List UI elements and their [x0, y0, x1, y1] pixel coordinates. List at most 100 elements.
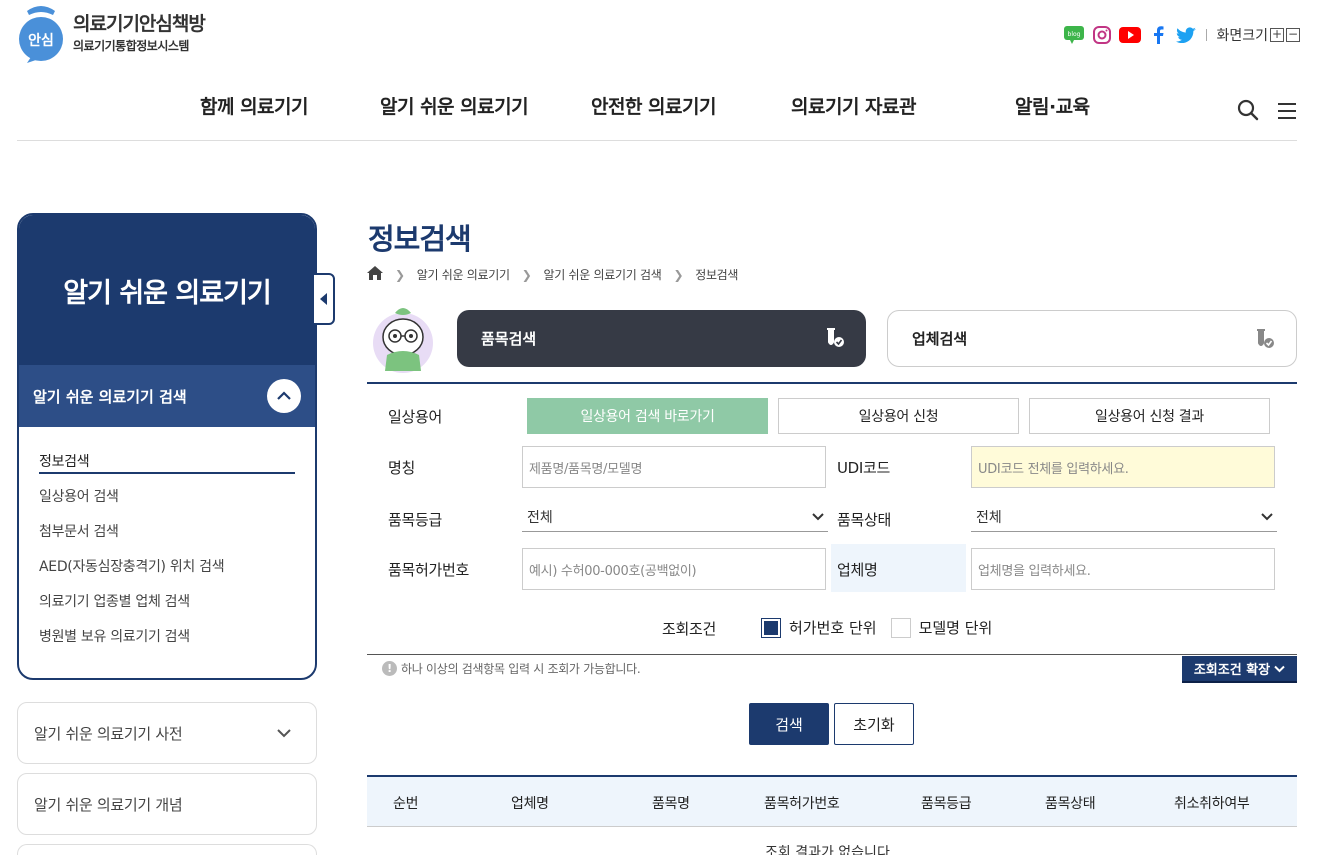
tab-label: 업체검색 [912, 330, 968, 348]
instagram-icon[interactable] [1091, 24, 1113, 46]
chevron-down-icon [277, 729, 291, 738]
sidebar-item-hospital[interactable]: 병원별 보유 의료기기 검색 [39, 626, 295, 661]
daily-term-request-button[interactable]: 일상용어 신청 [778, 398, 1019, 434]
sidebar-item-daily-term[interactable]: 일상용어 검색 [39, 486, 295, 521]
status-select[interactable]: 전체 [971, 502, 1277, 532]
results-table-header: 순번 업체명 품목명 품목허가번호 품목등급 품목상태 취소취하여부 [367, 775, 1297, 827]
sidebar-section-label: 알기 쉬운 의료기기 검색 [33, 387, 187, 406]
tab-company-search[interactable]: 업체검색 [887, 310, 1297, 367]
chevron-down-icon [1274, 665, 1285, 672]
chevron-up-icon[interactable] [267, 379, 301, 413]
form-top-border [367, 382, 1297, 384]
notice-text: 하나 이상의 검색항목 입력 시 조회가 가능합니다. [401, 662, 641, 676]
caret-left-icon [319, 293, 327, 305]
permit-input[interactable]: 예시) 수허00-000호(공백없이) [522, 548, 826, 590]
model-unit-checkbox[interactable] [890, 617, 911, 638]
column-header: 품목허가번호 [764, 796, 840, 812]
header-divider-line [17, 140, 1297, 141]
tab-product-search[interactable]: 품목검색 [457, 310, 866, 367]
status-select-value: 전체 [976, 509, 1002, 526]
udi-input[interactable]: UDI코드 전체를 입력하세요. [971, 446, 1275, 488]
sidebar-accordion-dictionary[interactable]: 알기 쉬운 의료기기 사전 [17, 702, 317, 764]
blog-icon[interactable]: blog [1063, 24, 1085, 46]
empty-result-message: 조회 결과가 없습니다. [765, 845, 895, 855]
info-icon: ! [382, 661, 397, 676]
grade-select[interactable]: 전체 [522, 502, 828, 532]
sidebar-accordion-more[interactable] [17, 844, 317, 855]
condition-label: 조회조건 [662, 620, 717, 638]
daily-term-result-button[interactable]: 일상용어 신청 결과 [1029, 398, 1270, 434]
youtube-icon[interactable] [1119, 24, 1142, 46]
column-header: 업체명 [511, 796, 549, 812]
site-logo[interactable]: 안심 의료기기안심책방 의료기기통합정보시스템 [17, 3, 206, 63]
daily-term-search-button[interactable]: 일상용어 검색 바로가기 [527, 398, 768, 434]
model-unit-label: 모델명 단위 [918, 619, 993, 637]
facebook-icon[interactable] [1147, 24, 1169, 46]
chevron-right-icon: ❯ [673, 267, 684, 282]
gnb-item-notice[interactable]: 알림·교육 [1015, 92, 1090, 119]
search-icon[interactable] [1237, 99, 1259, 125]
chevron-right-icon: ❯ [395, 267, 405, 282]
breadcrumb: ❯ 알기 쉬운 의료기기 ❯ 알기 쉬운 의료기기 검색 ❯ 정보검색 [367, 266, 738, 283]
tab-label: 품목검색 [481, 330, 537, 348]
udi-label: UDI코드 [837, 459, 891, 477]
font-size-control: 화면크기 + − [1216, 25, 1300, 45]
search-notice: ! 하나 이상의 검색항목 입력 시 조회가 가능합니다. [382, 660, 641, 677]
sidebar-menu: 알기 쉬운 의료기기 알기 쉬운 의료기기 검색 정보검색 일상용어 검색 첨부… [17, 213, 317, 680]
name-label: 명칭 [388, 459, 416, 477]
sidebar-toggle-button[interactable] [312, 273, 335, 325]
name-input[interactable]: 제품명/품목명/모델명 [522, 446, 826, 488]
expand-label: 조회조건 확장 [1193, 663, 1271, 678]
permit-label: 품목허가번호 [388, 561, 470, 579]
breadcrumb-item[interactable]: 알기 쉬운 의료기기 검색 [543, 266, 661, 283]
breadcrumb-item[interactable]: 알기 쉬운 의료기기 [417, 266, 510, 283]
test-tube-icon [824, 327, 846, 353]
column-header: 품목상태 [1045, 796, 1096, 812]
sidebar-item-aed[interactable]: AED(자동심장충격기) 위치 검색 [39, 556, 295, 591]
column-header: 품목등급 [921, 796, 972, 812]
sidebar-item-company-type[interactable]: 의료기기 업종별 업체 검색 [39, 591, 295, 626]
social-links: blog 화면크기 + − [1063, 24, 1300, 46]
brand-subtitle: 의료기기통합정보시스템 [73, 38, 189, 53]
sidebar-item-info-search[interactable]: 정보검색 [39, 451, 295, 474]
blog-icon-text: blog [1068, 31, 1081, 38]
status-label: 품목상태 [837, 511, 892, 529]
header-divider [1206, 29, 1208, 41]
menu-icon[interactable] [1277, 102, 1297, 124]
gnb-item-together[interactable]: 함께 의료기기 [200, 92, 309, 119]
sidebar-title: 알기 쉬운 의료기기 [19, 215, 315, 365]
font-size-label: 화면크기 [1216, 28, 1268, 44]
company-label: 업체명 [837, 561, 878, 579]
twitter-icon[interactable] [1175, 24, 1197, 46]
logo-mark-text: 안심 [28, 32, 54, 49]
expand-conditions-button[interactable]: 조회조건 확장 [1182, 656, 1297, 683]
gnb-item-library[interactable]: 의료기기 자료관 [791, 92, 916, 119]
mascot-icon [367, 303, 439, 375]
form-bottom-border [367, 654, 1297, 655]
permit-unit-label: 허가번호 단위 [789, 619, 877, 637]
brand-title: 의료기기안심책방 [73, 12, 206, 35]
company-input[interactable]: 업체명을 입력하세요. [971, 548, 1275, 590]
sidebar-item-attachment[interactable]: 첨부문서 검색 [39, 521, 295, 556]
grade-select-value: 전체 [527, 509, 553, 526]
font-size-decrease-button[interactable]: − [1286, 28, 1300, 42]
sidebar-section-header[interactable]: 알기 쉬운 의료기기 검색 [19, 365, 315, 427]
font-size-increase-button[interactable]: + [1270, 28, 1284, 42]
chevron-right-icon: ❯ [521, 267, 532, 282]
chevron-down-icon [1261, 512, 1273, 520]
permit-unit-checkbox[interactable] [761, 617, 781, 638]
global-nav: 함께 의료기기 알기 쉬운 의료기기 안전한 의료기기 의료기기 자료관 알림·… [0, 92, 1328, 124]
home-icon[interactable] [367, 266, 383, 283]
page-title: 정보검색 [368, 222, 472, 256]
breadcrumb-item: 정보검색 [695, 268, 739, 282]
gnb-item-safe[interactable]: 안전한 의료기기 [591, 92, 716, 119]
reset-button[interactable]: 초기화 [834, 703, 914, 745]
search-button[interactable]: 검색 [749, 703, 829, 745]
daily-term-label: 일상용어 [388, 408, 443, 426]
gnb-item-easy[interactable]: 알기 쉬운 의료기기 [380, 92, 529, 119]
grade-label: 품목등급 [388, 511, 443, 529]
column-header: 취소취하여부 [1174, 796, 1250, 812]
column-header: 품목명 [652, 796, 690, 812]
test-tube-icon [1254, 328, 1276, 354]
sidebar-accordion-concept[interactable]: 알기 쉬운 의료기기 개념 [17, 773, 317, 835]
